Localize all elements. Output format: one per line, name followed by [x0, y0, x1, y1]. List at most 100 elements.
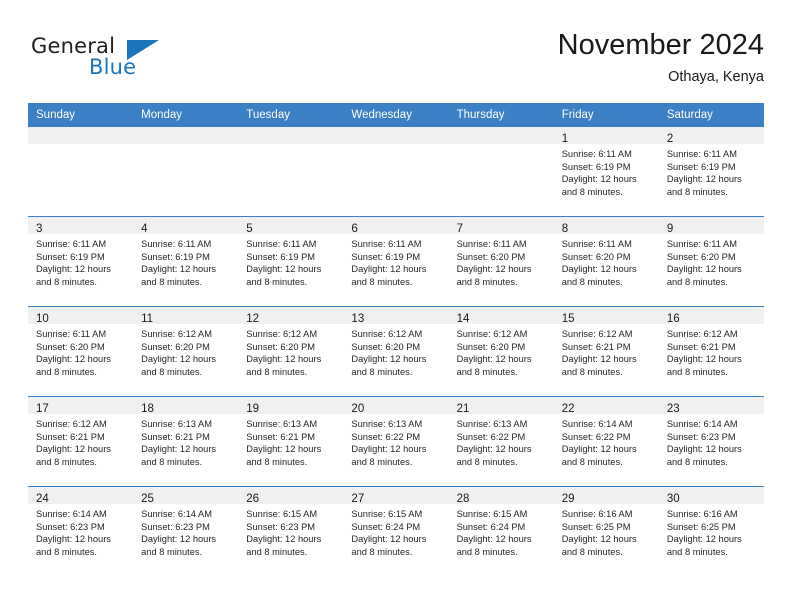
sunrise-time: Sunrise: 6:11 AM: [666, 239, 737, 249]
day-number-band: 8: [553, 217, 659, 235]
weekday-header-thursday: Thursday: [448, 103, 554, 127]
calendar-day-cell[interactable]: 18 Sunrise: 6:13 AM Sunset: 6:21 PM Dayligh…: [133, 396, 239, 487]
day-cell-body: Sunrise: 6:15 AM Sunset: 6:24 PM Daylight:…: [449, 504, 554, 558]
sunrise-time: Sunrise: 6:11 AM: [456, 239, 527, 249]
sunset-time: Sunset: 6:20 PM: [351, 341, 421, 352]
day-number-band: 17: [28, 397, 134, 415]
daylight-duration-line2: and 8 minutes.: [36, 546, 97, 557]
calendar-day-cell[interactable]: 19 Sunrise: 6:13 AM Sunset: 6:21 PM Dayligh…: [238, 396, 344, 487]
day-number: 2: [666, 133, 674, 145]
day-number: 12: [246, 313, 260, 325]
calendar-day-cell[interactable]: 2 Sunrise: 6:11 AM Sunset: 6:19 PM Daylight…: [658, 126, 764, 217]
sunset-time: Sunset: 6:19 PM: [351, 251, 421, 262]
calendar-day-cell[interactable]: 30 Sunrise: 6:16 AM Sunset: 6:25 PM Dayligh…: [658, 486, 764, 576]
daylight-duration-line1: Daylight: 12 hours: [561, 174, 637, 184]
day-cell-body: Sunrise: 6:12 AM Sunset: 6:21 PM Daylight:…: [28, 414, 133, 468]
calendar-day-cell[interactable]: 20 Sunrise: 6:13 AM Sunset: 6:22 PM Dayligh…: [343, 396, 449, 487]
calendar-day-cell[interactable]: 4 Sunrise: 6:11 AM Sunset: 6:19 PM Daylight…: [133, 216, 239, 307]
calendar-day-cell[interactable]: 23 Sunrise: 6:14 AM Sunset: 6:23 PM Dayligh…: [658, 396, 764, 487]
day-number-band: 19: [238, 397, 344, 415]
day-cell-body: Sunrise: 6:12 AM Sunset: 6:20 PM Daylight:…: [343, 324, 448, 378]
calendar-day-cell[interactable]: 7 Sunrise: 6:11 AM Sunset: 6:20 PM Daylight…: [448, 216, 554, 307]
day-number-band: 26: [238, 487, 344, 505]
sunset-time: Sunset: 6:22 PM: [456, 431, 526, 442]
day-number: 9: [666, 223, 674, 235]
sunrise-time: Sunrise: 6:12 AM: [351, 329, 423, 339]
day-number-band: 14: [448, 307, 554, 325]
sunrise-time: Sunrise: 6:14 AM: [561, 419, 633, 429]
calendar-day-cell[interactable]: 21 Sunrise: 6:13 AM Sunset: 6:22 PM Dayligh…: [448, 396, 554, 487]
calendar-day-cell[interactable]: 27 Sunrise: 6:15 AM Sunset: 6:24 PM Dayligh…: [343, 486, 449, 576]
sunset-time: Sunset: 6:19 PM: [36, 251, 105, 262]
day-number-band: 3: [28, 217, 134, 235]
general-blue-logo[interactable]: General Blue: [31, 34, 166, 84]
sunrise-time: Sunrise: 6:11 AM: [246, 239, 317, 249]
title-block: November 2024 Othaya, Kenya: [558, 28, 764, 87]
weekday-header-monday: Monday: [133, 103, 239, 127]
sunrise-time: Sunrise: 6:15 AM: [246, 509, 318, 519]
calendar-day-cell[interactable]: 24 Sunrise: 6:14 AM Sunset: 6:23 PM Dayligh…: [28, 486, 134, 576]
day-cell-body: Sunrise: 6:11 AM Sunset: 6:19 PM Daylight:…: [554, 144, 659, 198]
calendar-day-cell[interactable]: 29 Sunrise: 6:16 AM Sunset: 6:25 PM Dayligh…: [553, 486, 659, 576]
sunrise-time: Sunrise: 6:11 AM: [351, 239, 422, 249]
calendar-day-cell[interactable]: 26 Sunrise: 6:15 AM Sunset: 6:23 PM Dayligh…: [238, 486, 344, 576]
calendar-day-cell[interactable]: 13 Sunrise: 6:12 AM Sunset: 6:20 PM Dayligh…: [343, 306, 449, 397]
calendar-week-row: 10 Sunrise: 6:11 AM Sunset: 6:20 PM Dayligh…: [28, 306, 764, 397]
sunset-time: Sunset: 6:24 PM: [351, 521, 421, 532]
sunset-time: Sunset: 6:22 PM: [351, 431, 421, 442]
daylight-duration-line2: and 8 minutes.: [141, 456, 203, 467]
daylight-duration-line2: and 8 minutes.: [141, 366, 203, 377]
calendar-day-cell[interactable]: 16 Sunrise: 6:12 AM Sunset: 6:21 PM Dayligh…: [658, 306, 764, 397]
calendar-day-cell[interactable]: 14 Sunrise: 6:12 AM Sunset: 6:20 PM Dayligh…: [448, 306, 554, 397]
sunrise-time: Sunrise: 6:13 AM: [141, 419, 212, 429]
calendar-day-cell[interactable]: 17 Sunrise: 6:12 AM Sunset: 6:21 PM Dayligh…: [28, 396, 134, 487]
day-cell-body: Sunrise: 6:13 AM Sunset: 6:22 PM Daylight:…: [343, 414, 448, 468]
calendar-day-cell[interactable]: 22 Sunrise: 6:14 AM Sunset: 6:22 PM Dayligh…: [553, 396, 659, 487]
calendar-day-cell[interactable]: 8 Sunrise: 6:11 AM Sunset: 6:20 PM Daylight…: [553, 216, 659, 307]
day-cell-body: Sunrise: 6:13 AM Sunset: 6:21 PM Daylight:…: [133, 414, 238, 468]
day-cell-body: Sunrise: 6:12 AM Sunset: 6:20 PM Daylight:…: [238, 324, 343, 378]
calendar-day-cell[interactable]: 10 Sunrise: 6:11 AM Sunset: 6:20 PM Dayligh…: [28, 306, 134, 397]
sunrise-time: Sunrise: 6:11 AM: [36, 329, 107, 339]
sunset-time: Sunset: 6:20 PM: [666, 251, 736, 262]
calendar-day-cell[interactable]: 28 Sunrise: 6:15 AM Sunset: 6:24 PM Dayligh…: [448, 486, 554, 576]
daylight-duration-line2: and 8 minutes.: [351, 276, 413, 287]
day-number: 10: [36, 313, 49, 325]
calendar-cell-empty: [448, 126, 554, 217]
sunset-time: Sunset: 6:19 PM: [666, 161, 736, 172]
day-number-band: [133, 127, 239, 144]
sunrise-time: Sunrise: 6:14 AM: [36, 509, 107, 519]
calendar-day-cell[interactable]: 9 Sunrise: 6:11 AM Sunset: 6:20 PM Daylight…: [658, 216, 764, 307]
day-cell-body: Sunrise: 6:15 AM Sunset: 6:24 PM Daylight:…: [343, 504, 448, 558]
daylight-duration-line1: Daylight: 12 hours: [36, 534, 111, 544]
day-number: 18: [141, 403, 154, 415]
calendar-day-cell[interactable]: 12 Sunrise: 6:12 AM Sunset: 6:20 PM Dayligh…: [238, 306, 344, 397]
sunrise-time: Sunrise: 6:12 AM: [666, 329, 738, 339]
day-number: 25: [141, 493, 154, 505]
weekday-header-friday: Friday: [553, 103, 659, 127]
calendar-day-cell[interactable]: 6 Sunrise: 6:11 AM Sunset: 6:19 PM Daylight…: [343, 216, 449, 307]
day-number: 26: [246, 493, 260, 505]
calendar-day-cell[interactable]: 15 Sunrise: 6:12 AM Sunset: 6:21 PM Dayligh…: [553, 306, 659, 397]
day-cell-body: Sunrise: 6:14 AM Sunset: 6:23 PM Daylight:…: [28, 504, 133, 558]
sunrise-time: Sunrise: 6:16 AM: [561, 509, 633, 519]
daylight-duration-line1: Daylight: 12 hours: [246, 354, 322, 364]
sunset-time: Sunset: 6:23 PM: [36, 521, 105, 532]
daylight-duration-line2: and 8 minutes.: [561, 186, 623, 197]
day-number: 6: [351, 223, 358, 235]
sunset-time: Sunset: 6:19 PM: [246, 251, 316, 262]
daylight-duration-line1: Daylight: 12 hours: [141, 534, 217, 544]
calendar-day-cell[interactable]: 5 Sunrise: 6:11 AM Sunset: 6:19 PM Daylight…: [238, 216, 344, 307]
daylight-duration-line2: and 8 minutes.: [36, 276, 97, 287]
sunrise-time: Sunrise: 6:11 AM: [141, 239, 212, 249]
calendar-day-cell[interactable]: 1 Sunrise: 6:11 AM Sunset: 6:19 PM Daylight…: [553, 126, 659, 217]
day-number: 30: [666, 493, 680, 505]
calendar-day-cell[interactable]: 11 Sunrise: 6:12 AM Sunset: 6:20 PM Dayligh…: [133, 306, 239, 397]
day-number-band: 22: [553, 397, 659, 415]
page-subtitle: Othaya, Kenya: [668, 69, 764, 85]
day-number: 14: [456, 313, 470, 325]
calendar-day-cell[interactable]: 3 Sunrise: 6:11 AM Sunset: 6:19 PM Daylight…: [28, 216, 134, 307]
sunrise-time: Sunrise: 6:12 AM: [456, 329, 528, 339]
sunset-time: Sunset: 6:20 PM: [456, 251, 526, 262]
calendar-day-cell[interactable]: 25 Sunrise: 6:14 AM Sunset: 6:23 PM Dayligh…: [133, 486, 239, 576]
